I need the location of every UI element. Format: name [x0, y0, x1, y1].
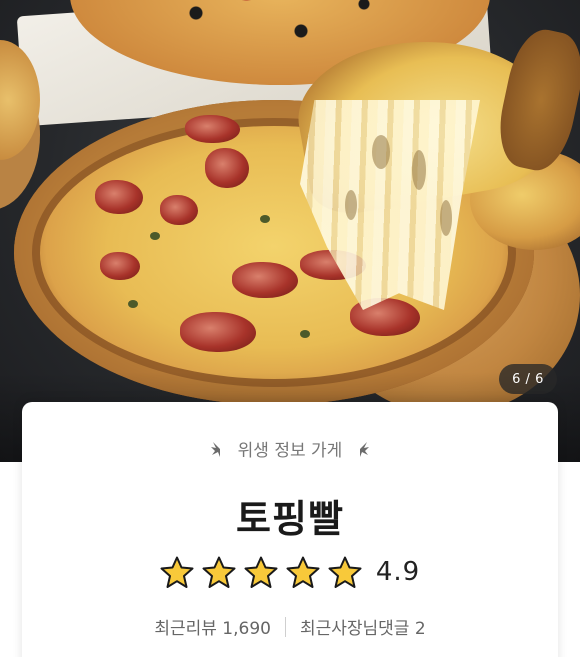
recent-reviews-count: 1,690: [222, 619, 271, 639]
rating-value: 4.9: [375, 557, 421, 587]
cheese-gap: [440, 200, 452, 236]
photo-counter-badge: 6 / 6: [499, 364, 557, 394]
herb-topping: [300, 330, 310, 338]
owner-replies-count: 2: [414, 619, 426, 639]
hygiene-badge-label: 위생 정보 가게: [237, 441, 343, 461]
star-icon: [286, 556, 320, 588]
review-meta-row: 최근리뷰 1,690 최근사장님댓글 2: [22, 614, 558, 639]
meta-divider: [284, 616, 286, 637]
bacon-topping: [100, 252, 140, 280]
photo-counter-text: 6 / 6: [512, 371, 544, 387]
star-icon: [244, 556, 278, 588]
store-info-card: 위생 정보 가게 토핑빨 4.9 최근리뷰 1,690 최근사장님댓글 2: [22, 402, 558, 657]
bacon-topping: [185, 115, 240, 143]
herb-topping: [150, 232, 160, 240]
bacon-topping: [205, 148, 249, 188]
cheese-gap: [372, 135, 390, 169]
star-icon: [160, 556, 194, 588]
star-icon: [328, 556, 362, 588]
store-detail-screen: 6 / 6 위생 정보 가게 토핑빨 4.9 최근리뷰 1,690 최근사장님댓…: [0, 0, 580, 657]
cheese-gap: [345, 190, 357, 220]
bacon-topping: [232, 262, 298, 298]
recent-reviews-label: 최근리뷰: [154, 619, 217, 639]
herb-topping: [128, 300, 138, 308]
store-name: 토핑빨: [236, 497, 344, 541]
bacon-topping: [180, 312, 256, 352]
owner-replies-link[interactable]: 최근사장님댓글 2: [300, 614, 426, 639]
recent-reviews-link[interactable]: 최근리뷰 1,690: [154, 614, 271, 639]
slice-crust: [491, 24, 580, 176]
laurel-right-icon: [360, 441, 370, 457]
star-icon: [202, 556, 236, 588]
owner-replies-label: 최근사장님댓글: [299, 619, 410, 639]
hygiene-badge[interactable]: 위생 정보 가게: [22, 436, 558, 461]
laurel-left-icon: [210, 441, 220, 457]
cheese-gap: [412, 150, 426, 190]
hero-photo-gallery[interactable]: 6 / 6: [0, 0, 580, 462]
bacon-topping: [95, 180, 143, 214]
rating-row[interactable]: 4.9: [22, 556, 558, 588]
herb-topping: [260, 215, 270, 223]
bacon-topping: [160, 195, 198, 225]
